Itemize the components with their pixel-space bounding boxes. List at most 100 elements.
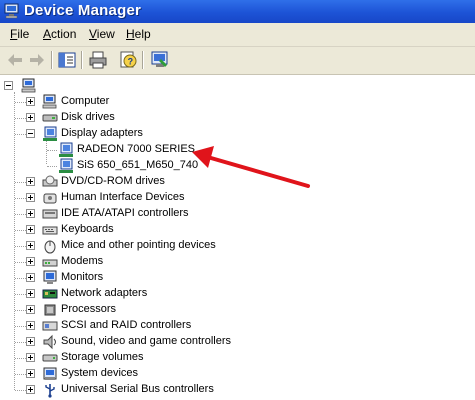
- tree-item-label: DVD/CD-ROM drives: [61, 175, 165, 187]
- usb-icon: [45, 384, 55, 398]
- title-bar[interactable]: Device Manager: [0, 0, 475, 23]
- show-hide-tree-icon[interactable]: [57, 50, 77, 70]
- mouse-icon: [44, 240, 56, 254]
- ide-controller-icon: [42, 209, 58, 219]
- menu-file-label: ile: [17, 27, 30, 41]
- expand-toggle[interactable]: [26, 385, 35, 394]
- tree-connector: [15, 390, 26, 391]
- tree-item-label: Modems: [61, 255, 104, 267]
- help-icon[interactable]: ?: [118, 50, 138, 70]
- device-tree: Computer Disk drives Display adapters RADEO…: [4, 76, 475, 400]
- sound-icon: [43, 334, 56, 350]
- expand-toggle[interactable]: [26, 337, 35, 346]
- menu-action-label: ction: [51, 27, 77, 41]
- system-device-icon: [43, 367, 57, 380]
- cdrom-icon: [42, 175, 58, 187]
- tree-connector: [47, 166, 57, 167]
- tree-item-label: Sound, video and game controllers: [61, 335, 231, 347]
- tree-connector: [15, 134, 26, 135]
- expand-toggle[interactable]: [26, 273, 35, 282]
- menu-help-label: elp: [134, 27, 151, 41]
- tree-connector: [15, 326, 26, 327]
- tree-connector: [15, 118, 26, 119]
- tree-connector: [47, 150, 57, 151]
- tree-connector: [46, 140, 47, 164]
- modem-icon: [42, 259, 58, 267]
- tree-connector: [15, 278, 26, 279]
- expand-toggle[interactable]: [26, 353, 35, 362]
- expand-toggle[interactable]: [26, 113, 35, 122]
- tree-connector: [15, 342, 26, 343]
- tree-item-label: Disk drives: [61, 111, 115, 123]
- expand-toggle[interactable]: [26, 305, 35, 314]
- menu-action-accelerator: A: [43, 27, 52, 41]
- menu-view-label: iew: [96, 27, 115, 41]
- expand-toggle[interactable]: [26, 209, 35, 218]
- menu-file[interactable]: File: [10, 27, 29, 41]
- tree-connector: [15, 198, 26, 199]
- storage-volume-icon: [42, 354, 58, 362]
- toolbar-separator: [51, 51, 53, 69]
- tree-item-label: Human Interface Devices: [61, 191, 185, 203]
- tree-item-label: IDE ATA/ATAPI controllers: [61, 207, 189, 219]
- collapse-toggle[interactable]: [4, 81, 13, 90]
- print-icon[interactable]: [88, 50, 108, 70]
- expand-toggle[interactable]: [26, 241, 35, 250]
- tree-connector: [15, 294, 26, 295]
- menu-help-accelerator: H: [126, 27, 135, 41]
- tree-item-label: SCSI and RAID controllers: [61, 319, 192, 331]
- tree-connector: [15, 246, 26, 247]
- display-adapter-icon: [59, 142, 73, 157]
- tree-item-label: Storage volumes: [61, 351, 144, 363]
- tree-item-label: Mice and other pointing devices: [61, 239, 216, 251]
- device-manager-icon: [4, 3, 19, 19]
- expand-toggle[interactable]: [26, 289, 35, 298]
- properties-icon[interactable]: [150, 50, 170, 70]
- expand-toggle[interactable]: [26, 193, 35, 202]
- expand-toggle[interactable]: [26, 177, 35, 186]
- toolbar: ?: [0, 47, 475, 75]
- tree-item-label: Universal Serial Bus controllers: [61, 383, 214, 395]
- toolbar-separator: [81, 51, 83, 69]
- expand-toggle[interactable]: [26, 225, 35, 234]
- computer-icon: [21, 78, 36, 93]
- annotation-arrow: [192, 146, 310, 188]
- tree-connector: [15, 310, 26, 311]
- tree-connector: [15, 182, 26, 183]
- menu-bar: File Action View Help: [0, 23, 475, 47]
- keyboard-icon: [42, 226, 58, 235]
- expand-toggle[interactable]: [26, 97, 35, 106]
- menu-view-accelerator: V: [89, 27, 97, 41]
- tree-connector: [15, 358, 26, 359]
- tree-connector: [15, 102, 26, 103]
- display-adapter-icon: [43, 126, 57, 141]
- svg-text:?: ?: [128, 57, 134, 67]
- tree-item-label: Keyboards: [61, 223, 114, 235]
- tree-item-label: Processors: [61, 303, 117, 315]
- tree-connector: [15, 230, 26, 231]
- disk-drive-icon: [42, 114, 58, 122]
- menu-view[interactable]: View: [89, 27, 115, 41]
- expand-toggle[interactable]: [26, 369, 35, 378]
- tree-item-label: Monitors: [61, 271, 104, 283]
- back-icon[interactable]: [5, 50, 25, 70]
- expand-toggle[interactable]: [26, 257, 35, 266]
- hid-icon: [43, 193, 57, 204]
- tree-item-label: Computer: [61, 95, 110, 107]
- forward-icon[interactable]: [27, 50, 47, 70]
- tree-item-label: Network adapters: [61, 287, 148, 299]
- expand-toggle[interactable]: [26, 321, 35, 330]
- processor-icon: [44, 304, 56, 316]
- network-adapter-icon: [42, 289, 58, 299]
- tree-connector: [15, 214, 26, 215]
- monitor-icon: [43, 270, 57, 284]
- tree-connector: [14, 92, 15, 390]
- tree-connector: [15, 374, 26, 375]
- window-title: Device Manager: [24, 2, 142, 19]
- tree-item-label: Display adapters: [61, 127, 143, 139]
- collapse-toggle[interactable]: [26, 129, 35, 138]
- tree-connector: [15, 262, 26, 263]
- menu-action[interactable]: Action: [43, 27, 76, 41]
- menu-help[interactable]: Help: [126, 27, 151, 41]
- display-adapter-icon: [59, 158, 73, 173]
